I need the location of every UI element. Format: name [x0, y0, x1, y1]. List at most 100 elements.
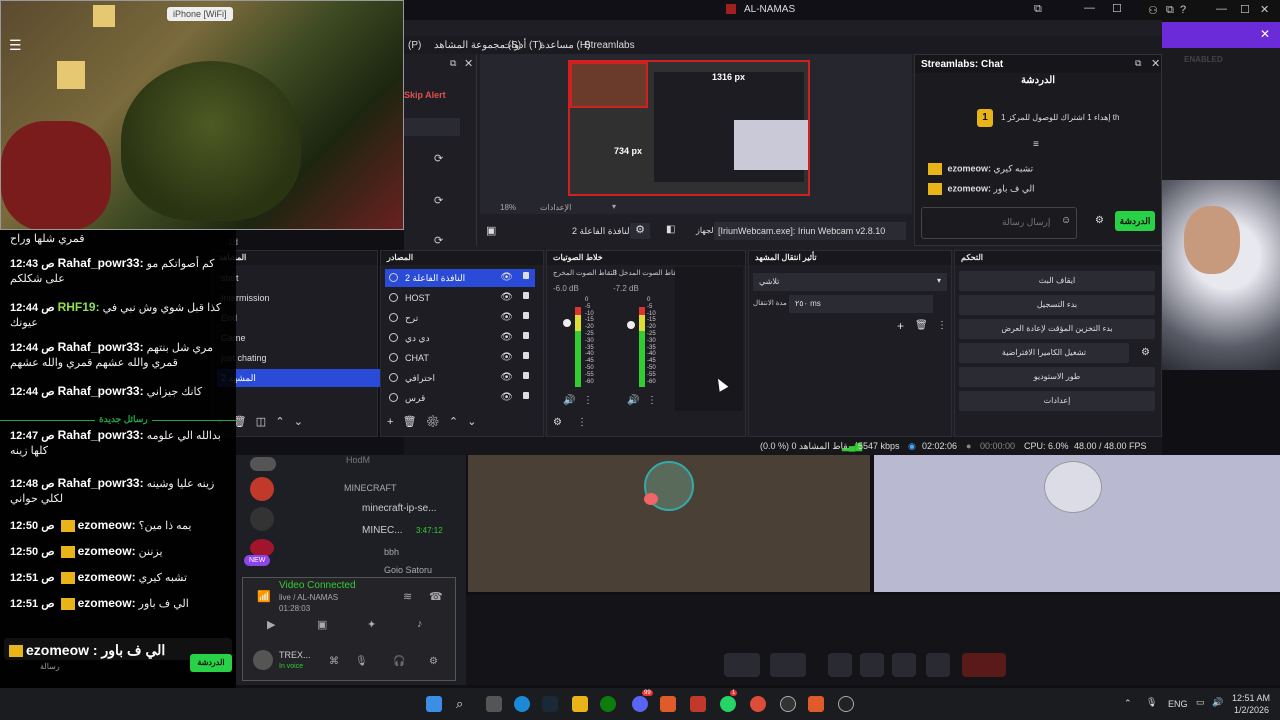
refresh-icon[interactable]: ⟳ [434, 194, 443, 207]
lock-icon[interactable] [523, 332, 529, 339]
close-icon[interactable]: ✕ [1151, 57, 1160, 70]
gear-icon[interactable]: ⚙ [429, 656, 438, 667]
device-select[interactable]: [IriunWebcam.exe]: Iriun Webcam v2.8.10 [714, 222, 906, 240]
avatar[interactable] [253, 650, 273, 670]
lock-icon[interactable] [523, 352, 529, 359]
source-item[interactable]: ترح 👁 [385, 309, 535, 327]
stop-stream-button[interactable]: ايقاف البث [959, 271, 1155, 291]
lock-icon[interactable] [523, 272, 529, 279]
trash-icon[interactable]: 🗑 [915, 320, 928, 331]
profile-icon[interactable]: ⚇ [1148, 4, 1158, 17]
clock-time[interactable]: 12:51 AM [1232, 693, 1270, 703]
source-item[interactable]: احترافي 👁 [385, 369, 535, 387]
pin-icon[interactable]: ≡ [1033, 139, 1039, 150]
call-button[interactable] [860, 653, 884, 677]
gear-icon[interactable]: ⚙ [630, 223, 650, 239]
lock-icon[interactable] [523, 392, 529, 399]
close-icon[interactable]: ✕ [1260, 27, 1270, 41]
close-button[interactable]: ✕ [1260, 3, 1269, 16]
window-icon[interactable]: ⧉ [1166, 4, 1174, 17]
clock-date[interactable]: 1/2/2026 [1234, 705, 1269, 715]
folder-icon[interactable] [572, 696, 588, 712]
xbox-icon[interactable] [600, 696, 616, 712]
call-button[interactable] [724, 653, 760, 677]
language-indicator[interactable]: ENG [1168, 699, 1188, 709]
visibility-icon[interactable]: 👁 [500, 312, 513, 323]
call-button[interactable] [770, 653, 806, 677]
server-icon[interactable] [250, 507, 274, 531]
kebab-icon[interactable]: ⋮ [647, 395, 657, 406]
obs-icon[interactable] [780, 696, 796, 712]
edge-icon[interactable] [514, 696, 530, 712]
source-item[interactable]: قرس 👁 [385, 389, 535, 407]
filters-icon[interactable]: ◧ [666, 224, 675, 235]
kebab-icon[interactable]: ⋮ [937, 320, 947, 331]
scene-item[interactable]: Game [217, 329, 385, 347]
speaker-icon[interactable]: 🔊 [563, 395, 575, 406]
mic-icon[interactable]: 🎙 [355, 656, 368, 667]
discord-icon[interactable]: 99 [632, 690, 653, 712]
headphones-icon[interactable]: 🎧 [393, 656, 405, 667]
gear-icon[interactable]: ⚙ [553, 417, 562, 428]
volume-slider[interactable] [563, 319, 571, 327]
soundboard-icon[interactable]: ♪ [417, 618, 423, 630]
add-icon[interactable]: + [897, 319, 904, 333]
scene-item[interactable]: just chating [217, 349, 385, 367]
scene-item[interactable]: Intermission [217, 289, 385, 307]
app-icon[interactable] [838, 696, 854, 712]
visibility-icon[interactable]: 👁 [500, 352, 513, 363]
visibility-icon[interactable]: 👁 [500, 292, 513, 303]
menu-scene-collection[interactable]: مجموعة المشاهد (S) [434, 40, 521, 51]
gear-icon[interactable]: ⚙ [426, 416, 440, 428]
virtual-camera-button[interactable]: تشغيل الكاميرا الافتراضية [959, 343, 1129, 363]
trash-icon[interactable]: 🗑 [403, 416, 417, 428]
text-channel[interactable]: minecraft-ip-se... [362, 503, 436, 514]
visibility-icon[interactable]: 👁 [500, 392, 513, 403]
studio-mode-button[interactable]: طور الاستوديو [959, 367, 1155, 387]
refresh-icon[interactable]: ⟳ [434, 152, 443, 165]
search-icon[interactable]: ⌕ [456, 696, 472, 712]
screen-share-icon[interactable]: ▣ [317, 618, 327, 631]
whatsapp-icon[interactable]: 1 [720, 690, 738, 712]
hamburger-icon[interactable]: ☰ [9, 37, 22, 54]
disconnect-icon[interactable]: ☎ [429, 590, 443, 603]
minimize-button[interactable]: — [1084, 2, 1095, 14]
kebab-icon[interactable]: ⋮ [577, 417, 587, 428]
voice-channel[interactable]: MINEC... [362, 525, 403, 536]
visibility-icon[interactable]: 👁 [500, 372, 513, 383]
chat-input[interactable]: رسالة [40, 662, 60, 671]
brave-icon[interactable] [660, 696, 676, 712]
channel-top[interactable]: HodM [346, 455, 370, 465]
chat-send-button[interactable]: الدردشة [190, 654, 232, 672]
source-item[interactable]: HOST 👁 [385, 289, 535, 307]
start-recording-button[interactable]: بدء التسجيل [959, 295, 1155, 315]
replay-buffer-button[interactable]: بدء التخزين المؤقت لإعادة العرض [959, 319, 1155, 339]
chevron-up-icon[interactable]: ⌃ [1124, 698, 1132, 709]
menu-help[interactable]: مساعدة (H) [540, 40, 590, 51]
up-icon[interactable]: ⌃ [449, 416, 458, 428]
app-icon[interactable] [690, 696, 706, 712]
settings-button[interactable]: إعدادات [959, 391, 1155, 411]
volume-icon[interactable]: 🔊 [1212, 697, 1223, 708]
steam-icon[interactable] [542, 696, 558, 712]
scene-item[interactable]: المشهد 2 [217, 369, 385, 387]
refresh-icon[interactable]: ⟳ [434, 234, 443, 247]
source-item[interactable]: دي دي 👁 [385, 329, 535, 347]
visibility-icon[interactable]: 👁 [500, 272, 513, 283]
chat-send-button[interactable]: الدردشة [1115, 211, 1155, 231]
filter-icon[interactable]: ◫ [256, 416, 266, 428]
down-icon[interactable]: ⌄ [294, 416, 303, 428]
call-button[interactable] [828, 653, 852, 677]
emoji-icon[interactable]: ☺ [1061, 215, 1071, 226]
add-icon[interactable]: + [387, 416, 393, 428]
skip-alert-button[interactable]: Skip Alert [404, 90, 460, 106]
task-view-icon[interactable] [486, 696, 502, 712]
lock-icon[interactable] [523, 372, 529, 379]
chat-input[interactable]: إرسال رسالة [921, 207, 1077, 239]
volume-slider[interactable] [627, 321, 635, 329]
up-icon[interactable]: ⌃ [275, 416, 284, 428]
server-icon[interactable] [250, 477, 274, 501]
menu-streamlabs[interactable]: Streamlabs [584, 40, 635, 51]
hangup-button[interactable] [962, 653, 1006, 677]
chevron-down-icon[interactable]: ▾ [612, 202, 616, 211]
